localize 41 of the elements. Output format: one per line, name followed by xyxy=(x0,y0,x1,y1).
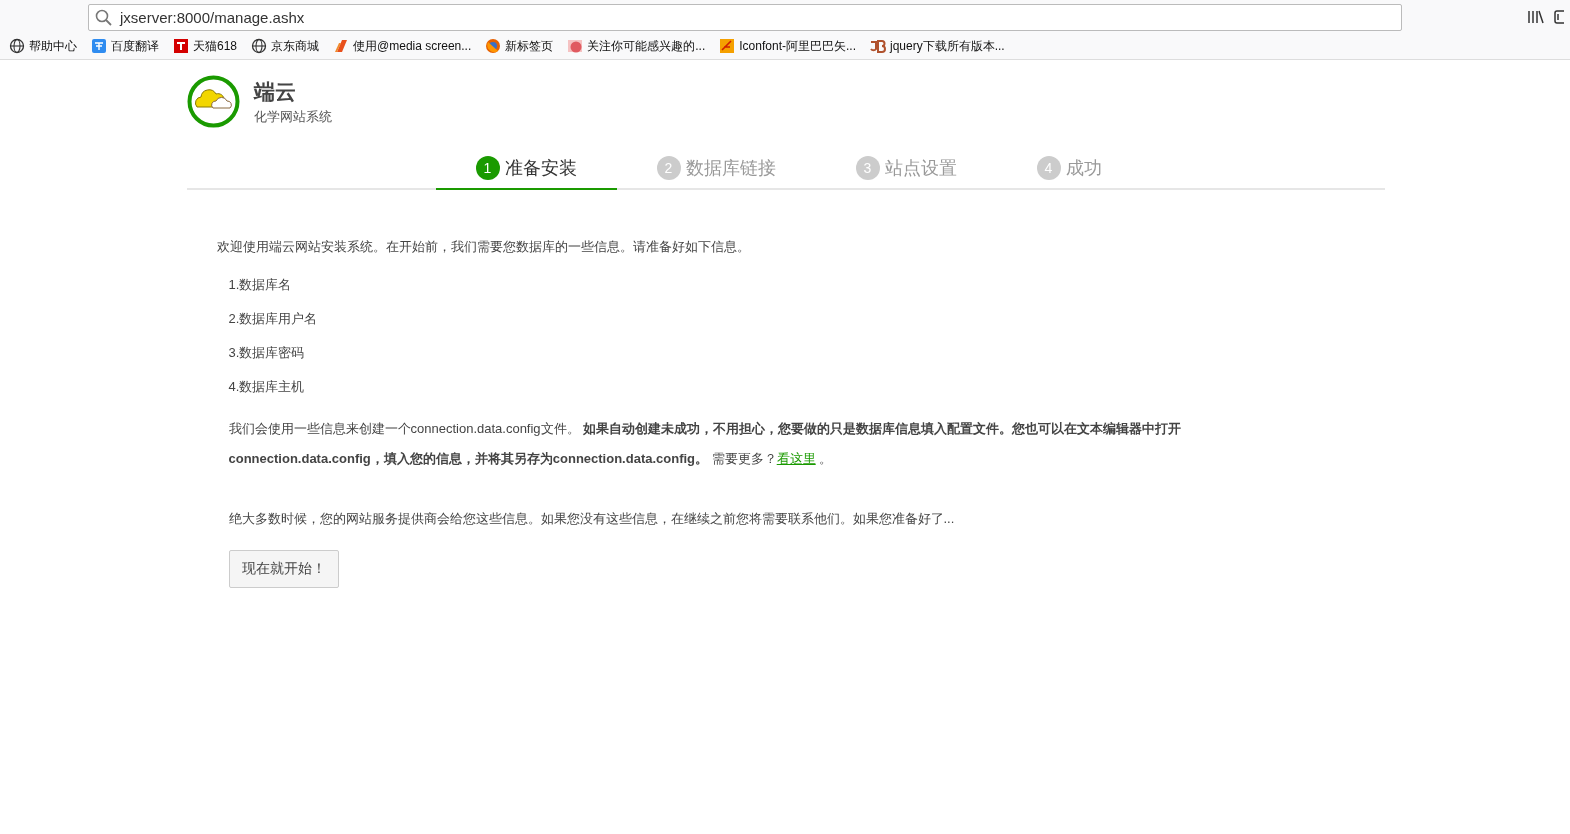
bookmark[interactable]: jquery下载所有版本... xyxy=(869,37,1005,55)
address-bar[interactable]: jxserver:8000/manage.ashx xyxy=(88,3,1402,31)
help-link[interactable]: 看这里 xyxy=(776,451,816,466)
step-number-badge: 1 xyxy=(475,156,500,180)
firefox-icon xyxy=(485,38,502,54)
cloud-logo xyxy=(186,75,240,128)
bookmark[interactable]: 京东商城 xyxy=(251,37,320,55)
start-button[interactable]: 现在就开始！ xyxy=(228,550,339,588)
config-note: 我们会使用一些信息来创建一个connection.data.config文件。 如果自动创建未成功，不用担心，您要做的只是数据库信息填入配置文件。您也可以在文本编辑器中打开connection.data.config，填入您的信息，并将其另存为connection.data.config。 需要更多？看这里 。 xyxy=(228,420,1183,468)
bookmark[interactable]: 百度翻译 xyxy=(91,37,159,55)
step-tab[interactable]: 1 准备安装 xyxy=(435,150,617,190)
bookmark[interactable]: 天猫618 xyxy=(173,37,238,55)
bookmark[interactable]: 使用@media screen... xyxy=(333,37,472,55)
jb-icon xyxy=(869,38,886,54)
step-label: 数据库链接 xyxy=(685,157,776,180)
site-subtitle: 化学网站系统 xyxy=(253,107,332,126)
search-icon xyxy=(95,8,112,26)
bookmark[interactable]: 新标签页 xyxy=(485,37,554,55)
step-label: 准备安装 xyxy=(504,157,577,180)
site-title: 端云 xyxy=(253,78,297,105)
closing-text: 绝大多数时候，您的网站服务提供商会给您这些信息。如果您没有这些信息，在继续之前您将需要联系他们。如果您准备好了... xyxy=(228,510,956,528)
globe-icon xyxy=(251,38,268,54)
translate-icon xyxy=(91,38,107,54)
slash-icon xyxy=(333,38,350,54)
intro-text: 欢迎使用端云网站安装系统。在开始前，我们需要您数据库的一些信息。请准备好如下信息。 xyxy=(216,238,751,256)
requirement-item: 3.数据库密码 xyxy=(228,344,306,362)
blob-icon xyxy=(567,38,584,54)
iconfont-icon xyxy=(719,38,736,54)
bookmark[interactable]: Iconfont-阿里巴巴矢... xyxy=(719,37,856,55)
bookmark[interactable]: 帮助中心 xyxy=(9,37,77,55)
requirement-item: 1.数据库名 xyxy=(228,276,293,294)
requirement-item: 4.数据库主机 xyxy=(228,378,306,396)
tmall-icon xyxy=(173,38,189,54)
globe-icon xyxy=(9,38,25,54)
library-icon[interactable] xyxy=(1528,10,1544,24)
step-label: 站点设置 xyxy=(884,157,957,180)
step-label: 成功 xyxy=(1065,157,1102,180)
sidebar-icon[interactable] xyxy=(1554,10,1564,24)
address-text: jxserver:8000/manage.ashx xyxy=(120,8,305,26)
requirement-item: 2.数据库用户名 xyxy=(228,310,319,328)
bookmark[interactable]: 关注你可能感兴趣的... xyxy=(567,37,706,55)
